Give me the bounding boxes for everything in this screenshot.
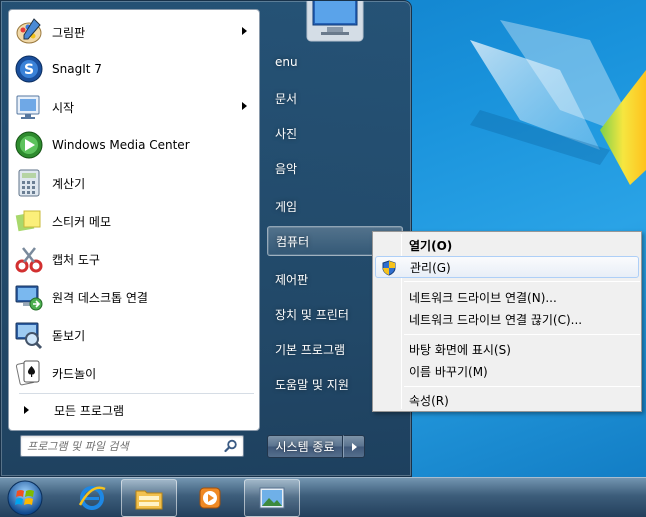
all-programs-label: 모든 프로그램 — [54, 403, 125, 418]
program-label: 계산기 — [52, 176, 86, 191]
context-item-open[interactable]: 열기(O) — [375, 234, 639, 256]
context-item-label: 바탕 화면에 표시(S) — [409, 342, 511, 357]
shutdown-button[interactable]: 시스템 종료 — [267, 435, 343, 458]
user-picture[interactable] — [299, 1, 371, 43]
divider — [404, 281, 640, 282]
context-item-label: 열기(O) — [409, 238, 453, 253]
taskbar — [0, 477, 646, 517]
snagit-icon: S — [13, 53, 45, 85]
shield-icon — [382, 260, 396, 276]
taskbar-button-explorer[interactable] — [121, 479, 177, 517]
right-item-label: 제어판 — [275, 272, 309, 287]
search-icon[interactable] — [224, 439, 238, 453]
right-item-label: 게임 — [275, 199, 298, 214]
search-box[interactable] — [20, 435, 244, 457]
context-item-label: 네트워크 드라이브 연결 끊기(C)... — [409, 312, 583, 327]
windows-explorer-icon — [135, 490, 163, 510]
program-label: 스티커 메모 — [52, 214, 112, 229]
context-menu: 열기(O) 관리(G) 네트워크 드라이브 연결(N)... 네트워크 드라이브… — [372, 231, 642, 412]
taskbar-button-picture-viewer[interactable] — [244, 479, 300, 517]
remote-desktop-icon — [13, 281, 45, 313]
program-label: 시작 — [52, 100, 75, 115]
right-item-label: 음악 — [275, 161, 298, 176]
search-input[interactable] — [27, 438, 217, 454]
submenu-arrow-icon[interactable] — [242, 102, 247, 110]
magnifier-icon — [13, 319, 45, 351]
sticky-notes-icon — [13, 205, 45, 237]
svg-text:S: S — [24, 62, 34, 78]
program-item-sticky-notes[interactable]: 스티커 메모 — [12, 203, 257, 239]
context-item-label: 이름 바꾸기(M) — [409, 364, 488, 379]
right-item-label: 사진 — [275, 126, 298, 141]
program-label: 그림판 — [52, 25, 86, 40]
right-item-pictures[interactable]: 사진 — [267, 118, 403, 148]
context-item-manage[interactable]: 관리(G) — [375, 256, 639, 278]
program-label: 원격 데스크톱 연결 — [52, 290, 148, 305]
right-item-label: 문서 — [275, 91, 298, 106]
right-item-user[interactable]: enu — [267, 47, 403, 77]
divider — [404, 334, 640, 335]
calculator-icon — [13, 167, 45, 199]
context-item-map-network-drive[interactable]: 네트워크 드라이브 연결(N)... — [375, 286, 639, 308]
program-item-magnifier[interactable]: 돋보기 — [12, 317, 257, 353]
context-item-label: 속성(R) — [409, 393, 449, 408]
program-item-getting-started[interactable]: 시작 — [12, 89, 257, 125]
context-item-properties[interactable]: 속성(R) — [375, 389, 639, 411]
program-item-calculator[interactable]: 계산기 — [12, 165, 257, 201]
program-item-paint[interactable]: 그림판 — [12, 14, 257, 50]
program-item-media-center[interactable]: Windows Media Center — [12, 127, 257, 163]
program-item-snipping-tool[interactable]: 캡처 도구 — [12, 241, 257, 277]
program-item-snagit[interactable]: S SnagIt 7 — [12, 51, 257, 87]
program-label: 캡처 도구 — [52, 252, 100, 267]
divider — [404, 386, 640, 387]
taskbar-button-ie[interactable] — [64, 479, 120, 517]
internet-explorer-icon — [78, 486, 106, 510]
media-center-icon — [13, 129, 45, 161]
right-item-label: 장치 및 프린터 — [275, 307, 349, 322]
program-label: SnagIt 7 — [52, 62, 102, 76]
start-menu: 그림판 S SnagIt 7 시작 Windows Media Center 계… — [0, 0, 412, 477]
program-label: Windows Media Center — [52, 138, 190, 152]
all-programs-button[interactable]: 모든 프로그램 — [12, 398, 257, 422]
taskbar-button-media-player[interactable] — [182, 479, 238, 517]
context-item-show-on-desktop[interactable]: 바탕 화면에 표시(S) — [375, 338, 639, 360]
right-item-music[interactable]: 음악 — [267, 153, 403, 183]
context-item-label: 관리(G) — [410, 260, 451, 275]
getting-started-icon — [13, 91, 45, 123]
picture-viewer-icon — [259, 487, 285, 509]
shutdown-label: 시스템 종료 — [275, 440, 335, 454]
media-player-icon — [199, 487, 221, 509]
right-item-label: 기본 프로그램 — [275, 342, 346, 357]
program-item-solitaire[interactable]: 카드놀이 — [12, 355, 257, 391]
right-item-label: 도움말 및 지원 — [275, 377, 349, 392]
right-item-documents[interactable]: 문서 — [267, 83, 403, 113]
context-item-disconnect-network-drive[interactable]: 네트워크 드라이브 연결 끊기(C)... — [375, 308, 639, 330]
divider — [19, 393, 254, 394]
right-item-games[interactable]: 게임 — [267, 191, 403, 221]
programs-pane: 그림판 S SnagIt 7 시작 Windows Media Center 계… — [8, 9, 260, 431]
context-item-label: 네트워크 드라이브 연결(N)... — [409, 290, 557, 305]
start-orb-icon[interactable] — [6, 479, 44, 517]
right-item-label: 컴퓨터 — [276, 234, 310, 249]
arrow-right-icon — [24, 406, 29, 414]
paint-icon — [13, 16, 45, 48]
program-label: 카드놀이 — [52, 366, 97, 381]
right-item-label: enu — [275, 55, 298, 69]
program-label: 돋보기 — [52, 328, 86, 343]
solitaire-icon — [13, 357, 45, 389]
shutdown-options-button[interactable] — [343, 435, 365, 458]
program-item-remote-desktop[interactable]: 원격 데스크톱 연결 — [12, 279, 257, 315]
snipping-tool-icon — [13, 243, 45, 275]
arrow-right-icon — [351, 442, 357, 451]
context-item-rename[interactable]: 이름 바꾸기(M) — [375, 360, 639, 382]
submenu-arrow-icon[interactable] — [242, 27, 247, 35]
